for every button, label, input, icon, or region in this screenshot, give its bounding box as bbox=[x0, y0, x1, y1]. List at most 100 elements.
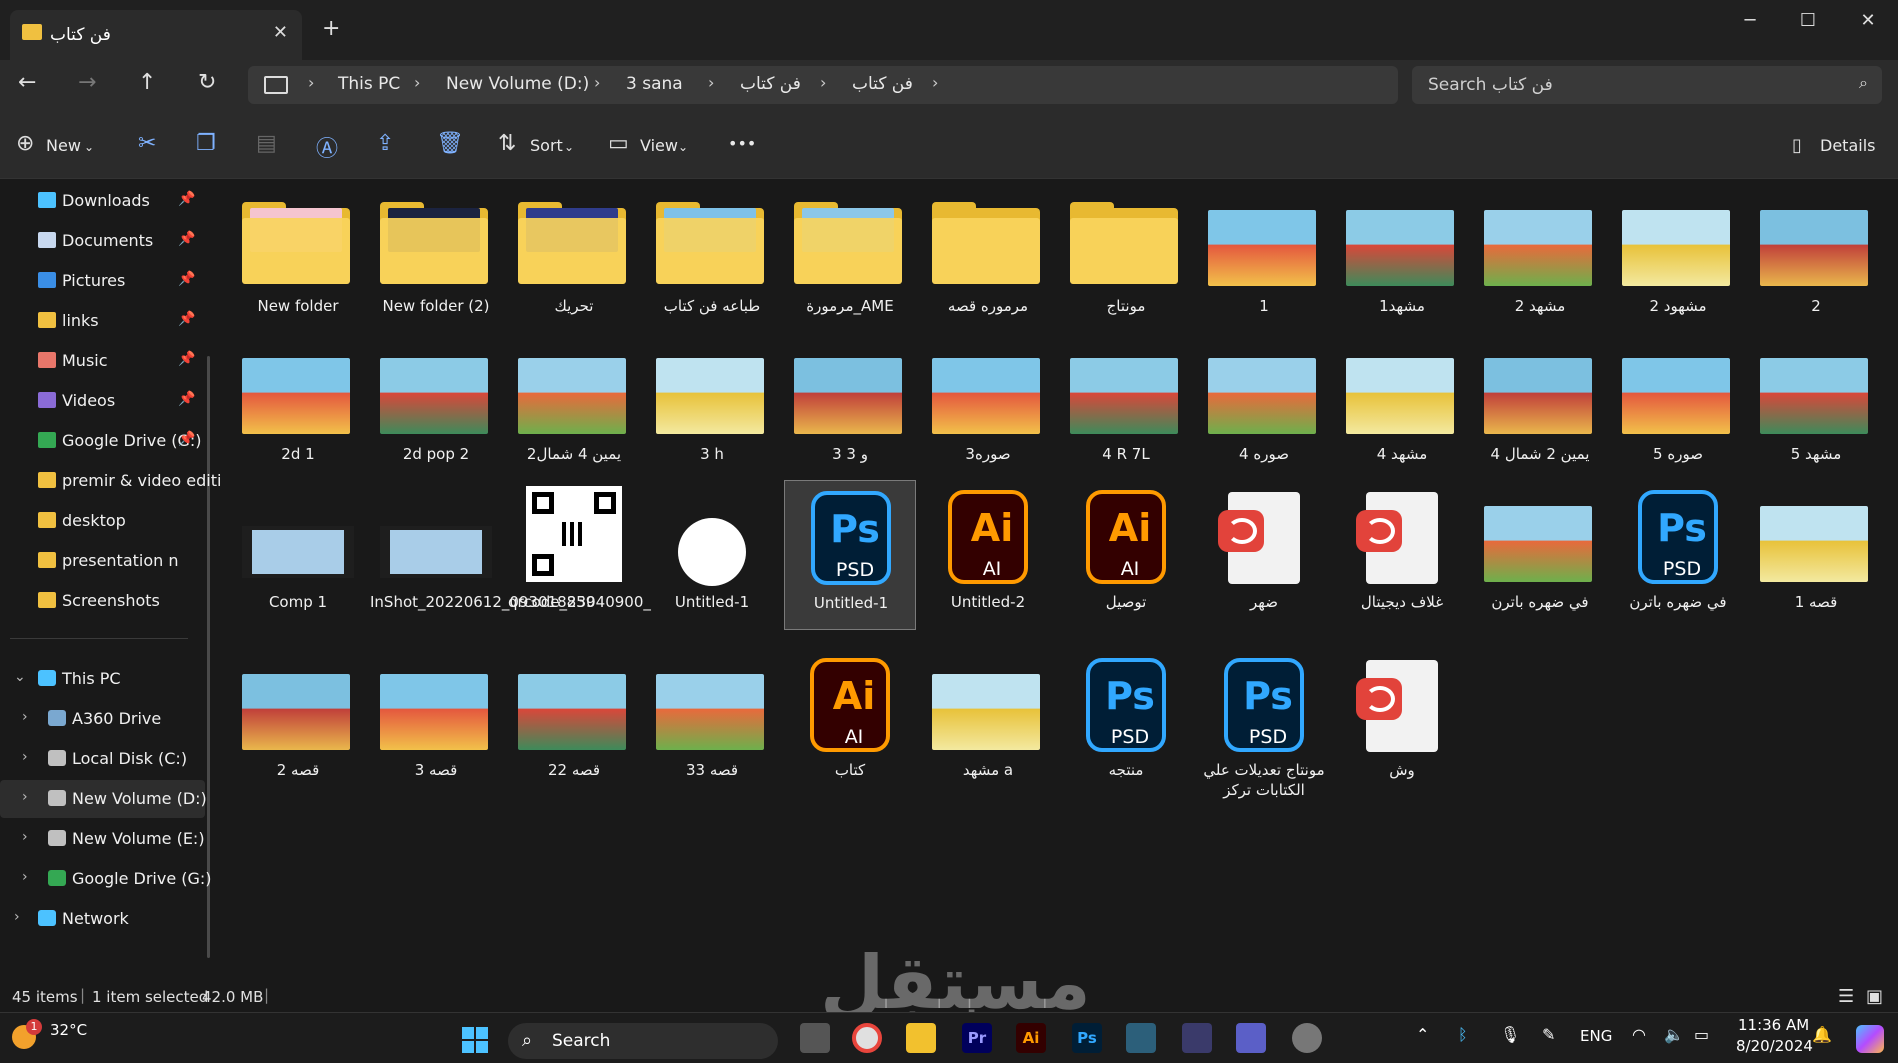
details-view-icon[interactable]: ☰ bbox=[1838, 986, 1854, 1007]
tree-item-network[interactable]: › Network bbox=[0, 900, 205, 938]
file-item[interactable]: صوره 5 bbox=[1612, 332, 1744, 482]
file-item[interactable]: Ai AI Untitled-2 bbox=[922, 480, 1054, 630]
file-item[interactable]: طباعه فن كتاب bbox=[646, 184, 778, 334]
language-indicator[interactable]: ENG bbox=[1580, 1027, 1612, 1045]
close-window-button[interactable]: ✕ bbox=[1848, 10, 1888, 31]
chevron-right-icon[interactable]: › bbox=[22, 829, 28, 845]
new-tab-button[interactable]: + bbox=[322, 16, 340, 41]
sidebar-item-desktop[interactable]: desktop bbox=[0, 502, 205, 540]
photoshop-icon[interactable]: Ps bbox=[1072, 1023, 1102, 1053]
search-input[interactable]: Search فن كتاب ⌕ bbox=[1412, 66, 1882, 104]
chevron-right-icon[interactable]: › bbox=[22, 869, 28, 885]
paste-icon[interactable]: ▤ bbox=[256, 131, 277, 156]
sidebar-item-screenshots[interactable]: Screenshots bbox=[0, 582, 205, 620]
new-button[interactable]: New bbox=[46, 136, 81, 155]
rename-icon[interactable]: Ⓐ bbox=[316, 131, 338, 163]
chevron-up-icon[interactable]: ⌃ bbox=[1416, 1025, 1429, 1044]
file-item[interactable]: قصه 3 bbox=[370, 648, 502, 798]
file-item[interactable]: Ps PSD منتجه bbox=[1060, 648, 1192, 798]
file-item[interactable]: قصه 1 bbox=[1750, 480, 1882, 630]
clock-date[interactable]: 8/20/2024 bbox=[1736, 1037, 1813, 1055]
file-item[interactable]: Ai AI كتاب bbox=[784, 648, 916, 798]
copilot-icon[interactable] bbox=[1856, 1025, 1884, 1053]
breadcrumb-this-pc[interactable]: This PC bbox=[338, 74, 400, 94]
tree-item-this-pc[interactable]: ⌄ This PC bbox=[0, 660, 205, 698]
file-item[interactable]: Ai AI توصيل bbox=[1060, 480, 1192, 630]
file-item[interactable]: ضهر bbox=[1198, 480, 1330, 630]
file-item[interactable]: qrcode_23040900_ bbox=[508, 480, 651, 630]
view-button[interactable]: View bbox=[640, 136, 678, 155]
explorer-tab[interactable]: فن كتاب ✕ bbox=[10, 10, 302, 60]
sidebar-item-documents[interactable]: Documents 📌 bbox=[0, 222, 205, 260]
forward-button[interactable]: → bbox=[78, 70, 96, 95]
sidebar-item-pictures[interactable]: Pictures 📌 bbox=[0, 262, 205, 300]
file-item[interactable]: New folder (2) bbox=[370, 184, 502, 334]
sidebar-item-music[interactable]: Music 📌 bbox=[0, 342, 205, 380]
tab-close-icon[interactable]: ✕ bbox=[273, 22, 288, 43]
tree-item-a360-drive[interactable]: › A360 Drive bbox=[0, 700, 205, 738]
more-options-button[interactable]: ••• bbox=[728, 134, 756, 153]
delete-icon[interactable]: 🗑 bbox=[436, 131, 464, 156]
file-item[interactable]: Ps PSD في ضهره باترن bbox=[1612, 480, 1744, 630]
file-item[interactable]: في ضهره باترن bbox=[1474, 480, 1606, 630]
sidebar-item-links[interactable]: links 📌 bbox=[0, 302, 205, 340]
address-bar[interactable]: › This PC › New Volume (D:) › 3 sana › ف… bbox=[248, 66, 1398, 104]
back-button[interactable]: ← bbox=[18, 70, 36, 95]
sidebar-item-videos[interactable]: Videos 📌 bbox=[0, 382, 205, 420]
file-item[interactable]: New folder bbox=[232, 184, 364, 334]
file-item[interactable]: وش bbox=[1336, 648, 1468, 798]
file-item[interactable]: غلاف ديجيتال bbox=[1336, 480, 1468, 630]
task-view-icon[interactable] bbox=[800, 1023, 830, 1053]
sidebar-item-premir-video-editi[interactable]: premir & video editi bbox=[0, 462, 221, 500]
file-item[interactable]: 4 R 7L bbox=[1060, 332, 1192, 482]
file-item[interactable]: 2يمين 4 شمال bbox=[508, 332, 640, 482]
illustrator-icon[interactable]: Ai bbox=[1016, 1023, 1046, 1053]
taskbar-search[interactable]: ⌕ Search bbox=[508, 1023, 778, 1059]
premiere-pro-icon[interactable]: Pr bbox=[962, 1023, 992, 1053]
maximize-button[interactable]: ☐ bbox=[1788, 10, 1828, 31]
file-item[interactable]: مشهد 2 bbox=[1474, 184, 1606, 334]
chrome-icon[interactable] bbox=[852, 1023, 882, 1053]
share-icon[interactable]: ⇪ bbox=[376, 131, 394, 156]
file-item[interactable]: مشهد a bbox=[922, 648, 1054, 798]
file-item[interactable]: قصه 33 bbox=[646, 648, 778, 798]
file-item[interactable]: مرمورة_AME bbox=[784, 184, 916, 334]
up-button[interactable]: ↑ bbox=[138, 70, 156, 95]
tree-item-new-volume-e-[interactable]: › New Volume (E:) bbox=[0, 820, 205, 858]
file-item[interactable]: قصه 2 bbox=[232, 648, 364, 798]
app-icon[interactable] bbox=[1182, 1023, 1212, 1053]
chevron-right-icon[interactable]: › bbox=[22, 749, 28, 765]
file-item[interactable]: Ps PSD مونتاج تعديلات علي الكتابات تركز bbox=[1198, 648, 1330, 799]
breadcrumb-3-sana[interactable]: 3 sana bbox=[626, 74, 683, 94]
file-item[interactable]: مشهد 4 bbox=[1336, 332, 1468, 482]
file-item[interactable]: 2 bbox=[1750, 184, 1882, 334]
large-icons-view-icon[interactable]: ▣ bbox=[1866, 986, 1883, 1007]
file-item[interactable]: Ps PSD Untitled-1 bbox=[784, 480, 916, 630]
sidebar-item-presentation-n[interactable]: presentation n bbox=[0, 542, 205, 580]
file-item[interactable]: 2d pop 2 bbox=[370, 332, 502, 482]
file-item[interactable]: Untitled-1 bbox=[646, 480, 778, 630]
weather-temperature[interactable]: 32°C bbox=[50, 1021, 87, 1039]
sort-button[interactable]: Sort bbox=[530, 136, 563, 155]
file-explorer-icon[interactable] bbox=[906, 1023, 936, 1053]
chevron-right-icon[interactable]: › bbox=[22, 789, 28, 805]
file-item[interactable]: قصه 22 bbox=[508, 648, 640, 798]
pen-icon[interactable]: ✎ bbox=[1542, 1025, 1555, 1044]
file-item[interactable]: مرموره قصه bbox=[922, 184, 1054, 334]
settings-icon[interactable] bbox=[1292, 1023, 1322, 1053]
windows-start-icon[interactable] bbox=[462, 1027, 488, 1053]
breadcrumb-new-volume-d[interactable]: New Volume (D:) bbox=[446, 74, 589, 94]
chevron-right-icon[interactable]: › bbox=[14, 909, 20, 925]
file-item[interactable]: Comp 1 bbox=[232, 480, 364, 630]
clock-time[interactable]: 11:36 AM bbox=[1738, 1016, 1809, 1034]
file-item[interactable]: 3 h bbox=[646, 332, 778, 482]
tree-item-google-drive-g-[interactable]: › Google Drive (G:) bbox=[0, 860, 212, 898]
minimize-button[interactable]: ─ bbox=[1730, 10, 1770, 31]
file-item[interactable]: InShot_20220612_093018859 bbox=[370, 480, 595, 630]
microphone-muted-icon[interactable]: 🎙 bbox=[1500, 1025, 1520, 1044]
chevron-down-icon[interactable]: ⌄ bbox=[14, 669, 26, 685]
file-item[interactable]: 3 3 و bbox=[784, 332, 916, 482]
teams-icon[interactable] bbox=[1236, 1023, 1266, 1053]
tree-item-new-volume-d-[interactable]: › New Volume (D:) bbox=[0, 780, 207, 818]
sidebar-item-google-drive-g-[interactable]: Google Drive (G:) 📌 bbox=[0, 422, 205, 460]
